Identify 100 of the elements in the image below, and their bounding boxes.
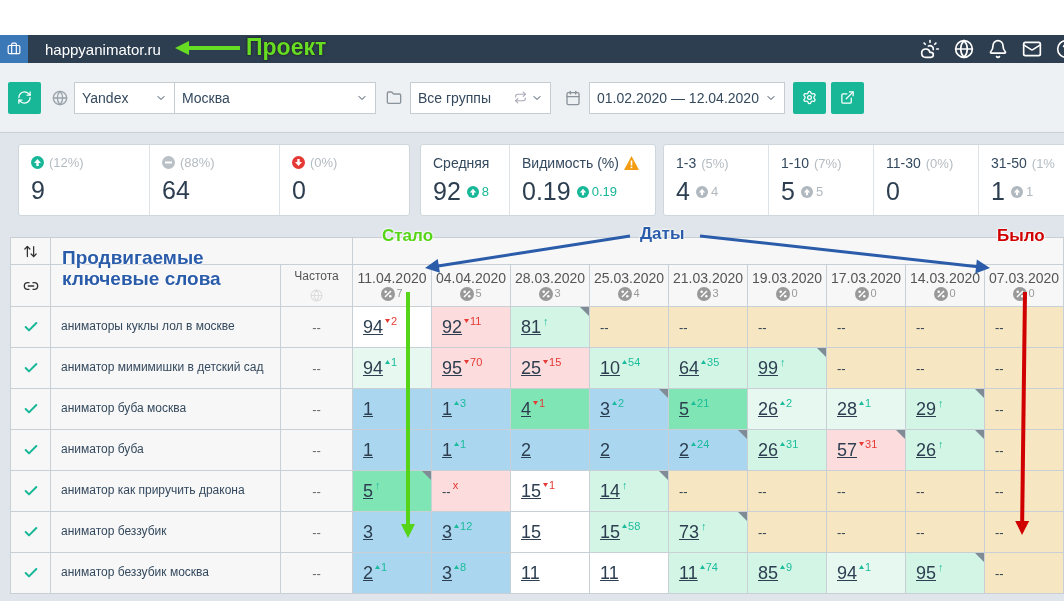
position-link[interactable]: 5 [363,480,373,502]
percent-icon [381,287,396,301]
date-heading[interactable]: 19.03.2020 [751,270,823,286]
position-link[interactable]: 28 [837,398,858,420]
position-link[interactable]: 4 [521,398,531,420]
date-count: 0 [870,287,877,299]
position-value: -- [995,442,1004,458]
position-link[interactable]: 1 [442,398,452,420]
position-link[interactable]: 26 [916,439,937,461]
group-select[interactable]: Все группы [410,81,551,114]
position-link[interactable]: 99 [758,357,779,379]
triangle-down-icon [543,360,549,364]
position-link[interactable]: 10 [600,357,621,379]
refresh-button[interactable] [8,81,41,114]
settings-button[interactable] [793,81,826,114]
position-link[interactable]: 5 [679,398,689,420]
position-value: -- [758,319,767,335]
date-count: 0 [791,287,798,299]
position-link[interactable]: 1 [442,439,452,461]
sort-icon[interactable] [23,243,38,259]
position-link[interactable]: 95 [442,357,463,379]
date-heading[interactable]: 04.04.2020 [435,270,507,286]
triangle-up-icon [691,401,696,405]
position-link[interactable]: 11 [600,562,619,584]
triangle-up-icon [454,565,459,569]
engine-select[interactable]: Yandex [74,81,175,114]
mail-icon[interactable] [1022,39,1042,59]
position-value: -- [758,524,767,540]
position-change: 31 [865,438,878,450]
position-change: 1 [539,397,546,409]
position-link[interactable]: 15 [521,521,542,543]
date-heading[interactable]: 14.03.2020 [909,270,981,286]
position-link[interactable]: 57 [837,439,858,461]
position-link[interactable]: 26 [758,398,779,420]
date-heading[interactable]: 07.03.2020 [988,270,1060,286]
cloud-sun-icon[interactable] [920,39,940,59]
percent-icon [1013,287,1028,301]
bell-icon[interactable] [988,39,1008,59]
warning-icon [623,156,639,170]
position-link[interactable]: 14 [600,480,621,502]
position-link[interactable]: 3 [600,398,610,420]
frequency: -- [312,565,321,581]
date-range-select[interactable]: 01.02.2020 — 12.04.2020 [589,81,785,114]
date-count: 7 [396,287,403,299]
position-value: -- [837,524,846,540]
position-change: ↑ [701,520,707,532]
position-link[interactable]: 1 [363,439,373,461]
briefcase-icon[interactable] [0,35,28,63]
position-link[interactable]: 29 [916,398,937,420]
position-link[interactable]: 11 [679,562,698,584]
globe-icon[interactable] [954,39,974,59]
refresh-icon [17,90,32,105]
position-link[interactable]: 73 [679,521,700,543]
position-link[interactable]: 81 [521,316,542,338]
position-link[interactable]: 2 [363,562,373,584]
position-value: -- [995,401,1004,417]
position-link[interactable]: 64 [679,357,700,379]
position-link[interactable]: 15 [521,480,542,502]
position-link[interactable]: 92 [442,316,463,338]
date-heading[interactable]: 25.03.2020 [593,270,665,286]
gear-icon [802,90,817,105]
position-link[interactable]: 2 [521,439,531,461]
position-value: -- [837,360,846,376]
date-heading[interactable]: 21.03.2020 [672,270,744,286]
position-link[interactable]: 94 [363,316,384,338]
export-button[interactable] [831,81,864,114]
position-link[interactable]: 85 [758,562,779,584]
position-link[interactable]: 3 [442,562,452,584]
position-link[interactable]: 26 [758,439,779,461]
stat-value: 64 [162,176,190,205]
date-heading[interactable]: 11.04.2020 [357,270,427,286]
frequency: -- [312,483,321,499]
date-heading[interactable]: 17.03.2020 [830,270,902,286]
project-name[interactable]: happyanimator.ru [45,40,161,58]
position-link[interactable]: 25 [521,357,542,379]
keyword: аниматор беззубик [61,524,167,540]
date-count: 4 [633,287,640,299]
triangle-up-icon [780,565,786,569]
position-link[interactable]: 3 [363,521,373,543]
region-select[interactable]: Москва [175,81,376,114]
position-link[interactable]: 3 [442,521,452,543]
position-link[interactable]: 95 [916,562,937,584]
stat-value: 0 [886,177,900,206]
position-link[interactable]: 15 [600,521,621,543]
position-link[interactable]: 94 [363,357,384,379]
column-heading[interactable]: Частота [294,269,339,283]
position-link[interactable]: 2 [600,439,610,461]
stat-delta: 4 [710,184,719,199]
percent-icon [460,287,475,301]
percent-icon [934,287,949,301]
position-change: 54 [628,356,641,368]
date-heading[interactable]: 28.03.2020 [514,270,586,286]
position-link[interactable]: 94 [837,562,858,584]
arrow-down-icon [292,156,305,169]
position-link[interactable]: 1 [363,398,373,420]
stat-value: 4 [676,177,690,206]
position-link[interactable]: 11 [521,562,540,584]
position-change: ↑ [622,479,628,491]
position-link[interactable]: 2 [679,439,689,461]
stat-percent: (88%) [180,155,215,170]
